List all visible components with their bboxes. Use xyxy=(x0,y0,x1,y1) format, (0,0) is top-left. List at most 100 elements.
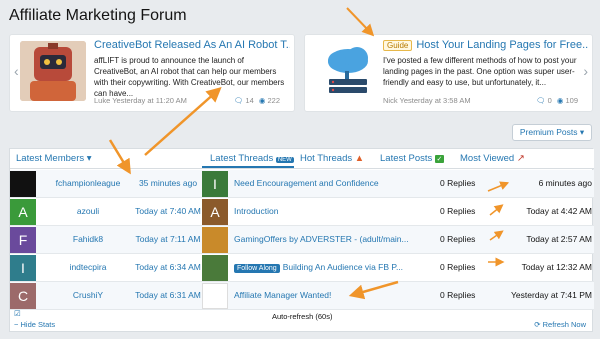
member-join-time: 35 minutes ago xyxy=(138,178,198,188)
card-stats: 🗨 0 ◉ 109 xyxy=(536,96,578,105)
tab-label: Latest Threads xyxy=(210,153,274,164)
guide-badge: Guide xyxy=(383,39,413,51)
thread-title[interactable]: Need Encouragement and Confidence xyxy=(234,178,444,188)
card-replies: 14 xyxy=(245,96,254,105)
panel-footer: ☑ − Hide Stats Auto-refresh (60s) ⟳ Refr… xyxy=(10,309,594,333)
table-row: fchampionleague 35 minutes ago I Need Encou… xyxy=(10,170,594,198)
card-meta: Nick Yesterday at 3:58 AM xyxy=(383,96,471,105)
check-icon: ✓ xyxy=(434,155,444,163)
card-title[interactable]: CreativeBot Released As An AI Robot T... xyxy=(94,39,290,51)
chart-icon: ↗ xyxy=(516,153,525,164)
tab-bar: Latest Members ▾ Latest Threads NEW Hot … xyxy=(10,149,594,169)
member-name[interactable]: Fahidk8 xyxy=(42,234,134,244)
thread-title[interactable]: Affiliate Manager Wanted! xyxy=(234,290,444,300)
creativebot-thumbnail xyxy=(20,41,86,101)
featured-card-1[interactable]: ‹ CreativeBot Released As An AI Robot T.… xyxy=(9,34,295,112)
thread-title[interactable]: Follow Along Building An Audience via FB … xyxy=(234,262,444,273)
table-row: C CrushiY Today at 6:31 AM Affiliate Manage… xyxy=(10,282,594,310)
fire-icon: ▲ xyxy=(354,153,365,164)
thread-avatar[interactable] xyxy=(202,227,228,253)
thread-time: Yesterday at 7:41 PM xyxy=(511,290,592,300)
card-author[interactable]: Nick xyxy=(383,96,398,105)
member-name[interactable]: azouli xyxy=(42,206,134,216)
new-icon: NEW xyxy=(275,157,294,163)
thread-title[interactable]: Introduction xyxy=(234,206,444,216)
thread-replies: 0 Replies xyxy=(440,262,476,272)
tab-latest-members[interactable]: Latest Members ▾ xyxy=(16,153,92,164)
member-avatar[interactable]: F xyxy=(10,227,36,253)
card-author[interactable]: Luke xyxy=(94,96,110,105)
member-join-time: Today at 7:40 AM xyxy=(135,206,201,216)
checkbox-icon[interactable]: ☑ xyxy=(14,309,21,318)
thread-avatar[interactable]: A xyxy=(202,199,228,225)
thread-replies: 0 Replies xyxy=(440,290,476,300)
thread-title[interactable]: GamingOffers by ADVERSTER - (adult/main.… xyxy=(234,234,444,244)
refresh-now-label: Refresh Now xyxy=(542,320,586,329)
tab-latest-posts[interactable]: Latest Posts ✓ xyxy=(380,153,444,164)
member-avatar[interactable]: I xyxy=(10,255,36,281)
refresh-icon: ⟳ xyxy=(534,320,541,329)
thread-avatar[interactable] xyxy=(202,283,228,309)
thread-title-text[interactable]: Introduction xyxy=(234,206,278,216)
minus-icon: − xyxy=(14,320,19,329)
thread-replies: 0 Replies xyxy=(440,206,476,216)
premium-posts-button[interactable]: Premium Posts ▾ xyxy=(512,124,592,141)
member-name[interactable]: CrushiY xyxy=(42,290,134,300)
thread-replies: 0 Replies xyxy=(440,178,476,188)
featured-card-2[interactable]: › Guide Host Your Landing Pages for Free.… xyxy=(304,34,593,112)
table-row: F Fahidk8 Today at 7:11 AM GamingOffers by … xyxy=(10,226,594,254)
tab-hot-threads[interactable]: Hot Threads ▲ xyxy=(300,153,364,164)
thread-time: Today at 12:32 AM xyxy=(521,262,592,272)
tab-label: Latest Posts xyxy=(380,153,433,164)
refresh-now-button[interactable]: ⟳ Refresh Now xyxy=(534,320,586,329)
tab-label: Hot Threads xyxy=(300,153,353,164)
member-avatar[interactable] xyxy=(10,171,36,197)
page-title: Affiliate Marketing Forum xyxy=(9,7,187,24)
thread-time: Today at 2:57 AM xyxy=(526,234,592,244)
member-join-time: Today at 7:11 AM xyxy=(135,234,201,244)
card-stats: 🗨 14 ◉ 222 xyxy=(234,96,280,105)
hide-stats-label: Hide Stats xyxy=(20,320,56,329)
thread-title-text[interactable]: Need Encouragement and Confidence xyxy=(234,178,379,188)
premium-posts-label: Premium Posts xyxy=(519,127,578,137)
thread-time: 6 minutes ago xyxy=(538,178,592,188)
card-replies: 0 xyxy=(547,96,552,105)
card-views: 109 xyxy=(565,96,578,105)
tab-label: Latest Members xyxy=(16,153,85,164)
card-body: I've posted a few different methods of h… xyxy=(383,56,577,87)
thread-title-text[interactable]: GamingOffers by ADVERSTER - (adult/main.… xyxy=(234,234,409,244)
card-meta: Luke Yesterday at 11:20 AM xyxy=(94,96,187,105)
thread-avatar[interactable] xyxy=(202,255,228,281)
member-name[interactable]: fchampionleague xyxy=(42,178,134,188)
member-avatar[interactable]: C xyxy=(10,283,36,309)
card-body: affLIFT is proud to announce the launch … xyxy=(94,56,285,98)
thread-title-text[interactable]: Building An Audience via FB P... xyxy=(283,262,403,272)
card-time: Yesterday at 11:20 AM xyxy=(112,96,187,105)
thread-title-text[interactable]: Affiliate Manager Wanted! xyxy=(234,290,331,300)
hide-stats-link[interactable]: − Hide Stats xyxy=(14,320,55,329)
chevron-down-icon: ▾ xyxy=(579,127,585,137)
member-join-time: Today at 6:31 AM xyxy=(135,290,201,300)
table-row: Aazouli Today at 7:40 AM A Introduction 0 Re… xyxy=(10,198,594,226)
tab-latest-threads[interactable]: Latest Threads NEW xyxy=(210,153,294,164)
card-title[interactable]: Guide Host Your Landing Pages for Free... xyxy=(383,39,589,51)
card-time: Yesterday at 3:58 AM xyxy=(399,96,471,105)
eye-icon: ◉ xyxy=(556,96,564,105)
card-title-text[interactable]: Host Your Landing Pages for Free... xyxy=(416,39,589,51)
tab-most-viewed[interactable]: Most Viewed ↗ xyxy=(460,153,525,164)
member-avatar[interactable]: A xyxy=(10,199,36,225)
member-name[interactable]: indtecpira xyxy=(42,262,134,272)
active-tab-indicator xyxy=(202,166,294,168)
stats-panel: Latest Members ▾ Latest Threads NEW Hot … xyxy=(9,148,594,333)
chevron-down-icon: ▾ xyxy=(86,153,92,164)
comments-icon: 🗨 xyxy=(535,96,546,105)
chevron-left-icon[interactable]: ‹ xyxy=(14,63,19,79)
cloud-hosting-thumbnail xyxy=(315,41,381,101)
eye-icon: ◉ xyxy=(258,96,266,105)
table-row: Iindtecpira Today at 6:34 AM Follow Along B… xyxy=(10,254,594,282)
comments-icon: 🗨 xyxy=(233,96,244,105)
thread-avatar[interactable]: I xyxy=(202,171,228,197)
tab-label: Most Viewed xyxy=(460,153,515,164)
follow-along-badge: Follow Along xyxy=(234,264,280,273)
member-join-time: Today at 6:34 AM xyxy=(135,262,201,272)
